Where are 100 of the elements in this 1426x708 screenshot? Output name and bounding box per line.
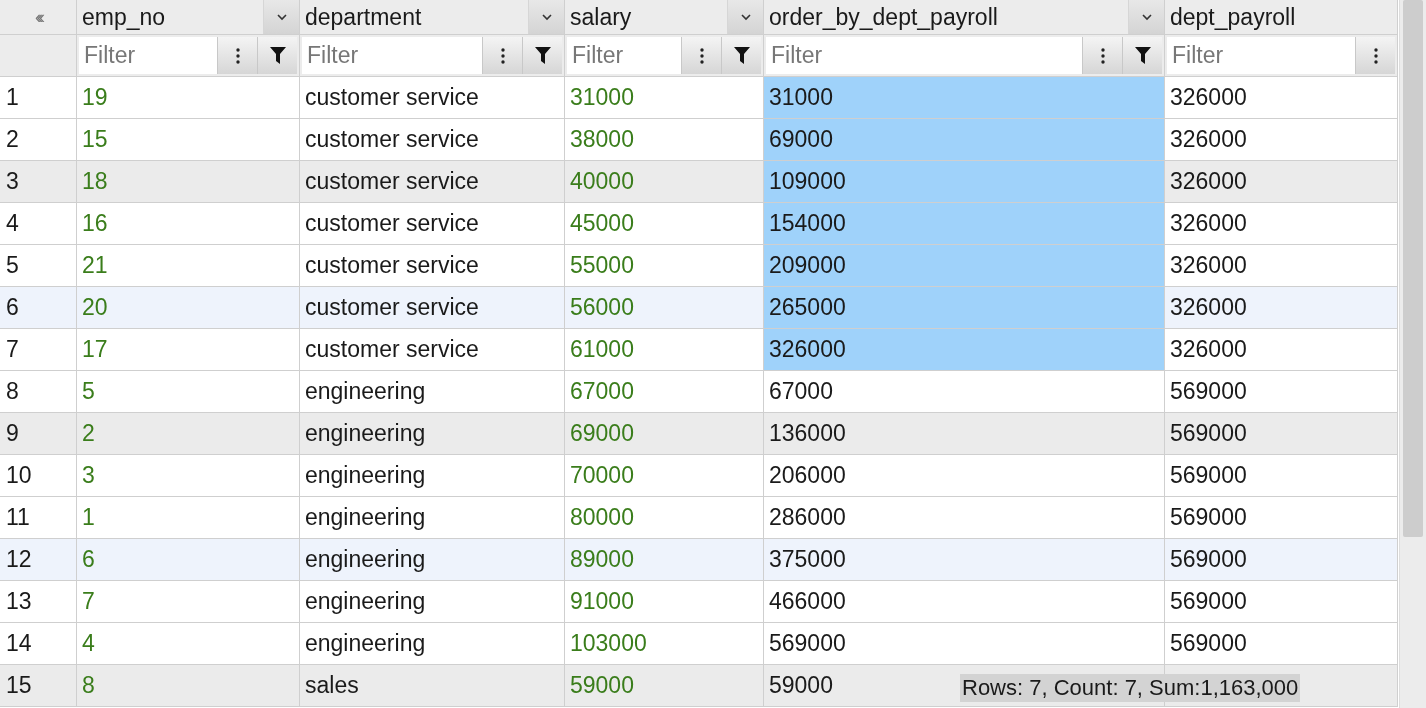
row-number: 8	[0, 371, 77, 413]
filter-apply-button[interactable]	[721, 37, 761, 74]
funnel-icon	[733, 47, 750, 64]
table-cell: customer service	[300, 245, 565, 287]
filter-apply-button[interactable]	[257, 37, 297, 74]
column-header[interactable]: department	[300, 0, 565, 35]
table-cell: 31000	[565, 77, 764, 119]
filter-options-button[interactable]	[482, 37, 522, 74]
table-cell: 16	[77, 203, 300, 245]
table-cell: engineering	[300, 623, 565, 665]
table-cell: 59000	[565, 665, 764, 707]
table-cell: 80000	[565, 497, 764, 539]
filter-field[interactable]: Filter	[567, 37, 681, 74]
table-cell: customer service	[300, 203, 565, 245]
row-number: 13	[0, 581, 77, 623]
funnel-icon	[1134, 47, 1151, 64]
vertical-dots-icon	[699, 47, 704, 64]
table-cell: 17	[77, 329, 300, 371]
table-cell: customer service	[300, 161, 565, 203]
table-cell: 69000	[764, 119, 1165, 161]
table-cell: 569000	[1165, 623, 1398, 665]
table-cell: 69000	[565, 413, 764, 455]
row-number: 9	[0, 413, 77, 455]
table-cell: 55000	[565, 245, 764, 287]
table-cell: customer service	[300, 287, 565, 329]
filter-apply-button[interactable]	[522, 37, 562, 74]
table-cell: 326000	[1165, 287, 1398, 329]
table-cell: 154000	[764, 203, 1165, 245]
table-cell: 61000	[565, 329, 764, 371]
column-header[interactable]: salary	[565, 0, 764, 35]
vertical-dots-icon	[1373, 47, 1378, 64]
row-number: 1	[0, 77, 77, 119]
row-number: 6	[0, 287, 77, 329]
row-number: 7	[0, 329, 77, 371]
row-number: 3	[0, 161, 77, 203]
row-number: 2	[0, 119, 77, 161]
table-cell: 31000	[764, 77, 1165, 119]
filter-field[interactable]: Filter	[766, 37, 1082, 74]
table-cell: 2	[77, 413, 300, 455]
table-cell: 265000	[764, 287, 1165, 329]
table-cell: 67000	[764, 371, 1165, 413]
table-cell: 19	[77, 77, 300, 119]
table-cell: 326000	[1165, 329, 1398, 371]
table-cell: 136000	[764, 413, 1165, 455]
table-cell: engineering	[300, 497, 565, 539]
column-header[interactable]: order_by_dept_payroll	[764, 0, 1165, 35]
row-number: 14	[0, 623, 77, 665]
funnel-icon	[534, 47, 551, 64]
table-cell: 326000	[1165, 245, 1398, 287]
table-cell: sales	[300, 665, 565, 707]
filter-field[interactable]: Filter	[1167, 37, 1355, 74]
table-cell: 8	[77, 665, 300, 707]
table-cell: 569000	[1165, 371, 1398, 413]
row-number: 4	[0, 203, 77, 245]
table-cell: 326000	[1165, 203, 1398, 245]
table-cell: 91000	[565, 581, 764, 623]
table-cell: 7	[77, 581, 300, 623]
table-cell: 109000	[764, 161, 1165, 203]
column-header[interactable]: dept_payroll	[1165, 0, 1398, 35]
table-cell: 286000	[764, 497, 1165, 539]
table-cell: 18	[77, 161, 300, 203]
scrollbar-thumb[interactable]	[1403, 0, 1423, 537]
table-cell: 326000	[764, 329, 1165, 371]
table-cell: engineering	[300, 413, 565, 455]
table-cell: 569000	[1165, 413, 1398, 455]
table-cell: 6	[77, 539, 300, 581]
table-cell: engineering	[300, 455, 565, 497]
filter-options-button[interactable]	[681, 37, 721, 74]
chevron-down-icon	[739, 13, 752, 21]
table-cell: 569000	[1165, 455, 1398, 497]
table-cell: 3	[77, 455, 300, 497]
filter-apply-button[interactable]	[1122, 37, 1162, 74]
collapse-button[interactable]: ‹‹‹	[35, 6, 41, 28]
table-cell: 103000	[565, 623, 764, 665]
filter-field[interactable]: Filter	[79, 37, 217, 74]
row-number: 15	[0, 665, 77, 707]
filter-options-button[interactable]	[1355, 37, 1395, 74]
table-cell: customer service	[300, 77, 565, 119]
table-cell: 326000	[1165, 161, 1398, 203]
chevron-down-icon	[540, 13, 553, 21]
table-cell: 4	[77, 623, 300, 665]
filter-options-button[interactable]	[1082, 37, 1122, 74]
table-cell: 375000	[764, 539, 1165, 581]
table-cell: 209000	[764, 245, 1165, 287]
table-cell: 466000	[764, 581, 1165, 623]
filter-options-button[interactable]	[217, 37, 257, 74]
table-cell: 326000	[1165, 77, 1398, 119]
table-cell: 5	[77, 371, 300, 413]
table-cell: 56000	[565, 287, 764, 329]
column-header[interactable]: emp_no	[77, 0, 300, 35]
filter-field[interactable]: Filter	[302, 37, 482, 74]
table-cell: engineering	[300, 581, 565, 623]
table-cell: engineering	[300, 371, 565, 413]
table-cell: 15	[77, 119, 300, 161]
table-cell: 67000	[565, 371, 764, 413]
table-cell: 1	[77, 497, 300, 539]
table-cell: engineering	[300, 539, 565, 581]
table-cell: 89000	[565, 539, 764, 581]
table-cell: 569000	[1165, 539, 1398, 581]
table-cell: 569000	[1165, 581, 1398, 623]
